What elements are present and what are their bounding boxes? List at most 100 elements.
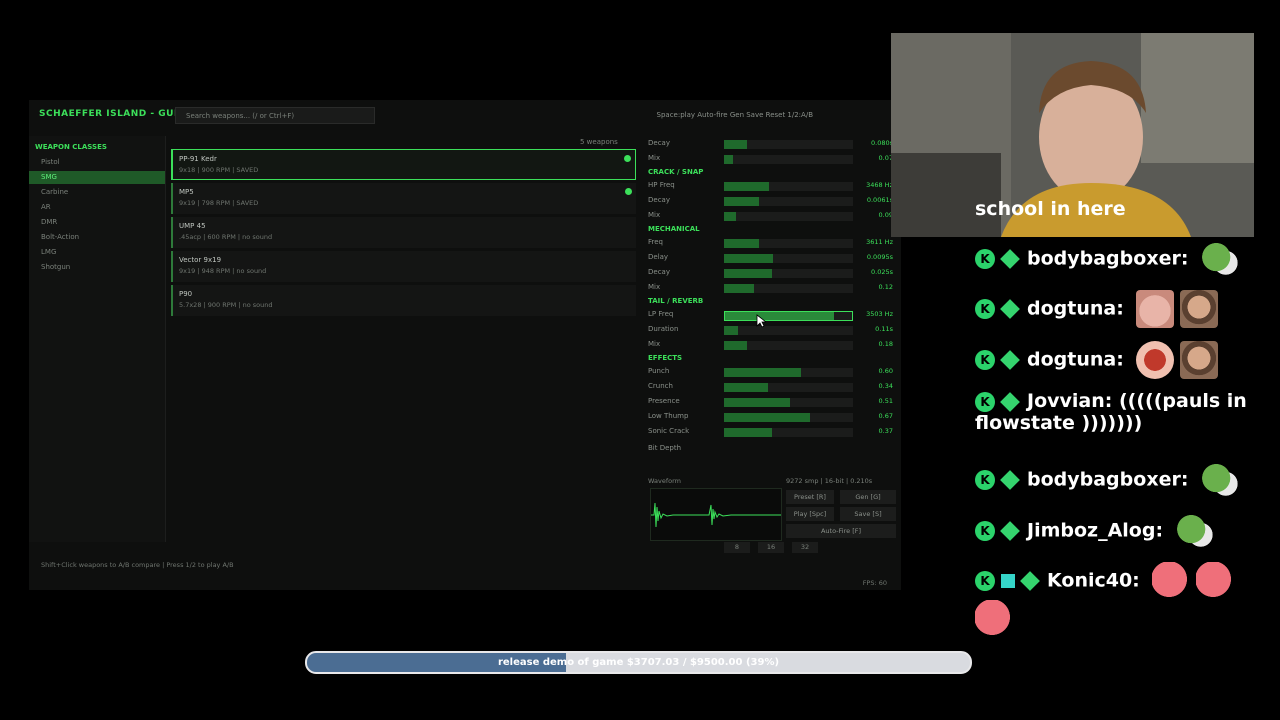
gift-icon <box>1001 574 1015 588</box>
emote-icon <box>1180 290 1219 328</box>
param-slider-fill <box>724 341 748 350</box>
auto-fire-button[interactable]: Auto-Fire [F] <box>786 524 896 538</box>
search-input[interactable]: Search weapons... (/ or Ctrl+F) <box>175 107 375 124</box>
fps-counter: FPS: 60 <box>862 579 887 587</box>
save-button[interactable]: Save [S] <box>840 507 896 521</box>
bit-depth-label: Bit Depth <box>648 444 682 452</box>
chat-message: Kbodybagboxer: <box>975 461 1240 499</box>
gem-badge-icon <box>1000 521 1020 541</box>
emote-icon <box>1136 341 1175 379</box>
weapon-count: 5 weapons <box>580 138 618 146</box>
emote-icon <box>1201 240 1240 278</box>
weapon-class-item[interactable]: DMR <box>29 216 165 229</box>
param-label: Decay <box>648 196 670 204</box>
waveform-label: Waveform <box>648 477 681 485</box>
gem-badge-icon <box>1000 391 1020 412</box>
weapon-name: Vector 9x19 <box>179 256 222 264</box>
chat-message: K Konic40: <box>975 562 1235 600</box>
weapon-class-item[interactable]: Bolt-Action <box>29 231 165 244</box>
param-label: Crunch <box>648 382 673 390</box>
donation-goal-text: release demo of game $3707.03 / $9500.00… <box>497 657 780 668</box>
param-slider-fill <box>725 312 835 320</box>
param-label: Freq <box>648 238 663 246</box>
chat-username: Jovvian: <box>1027 390 1113 412</box>
bit-depth-8-button[interactable]: 8 <box>724 542 750 553</box>
chat-username: bodybagboxer: <box>1027 468 1189 491</box>
channel-badge-icon: K <box>975 299 995 319</box>
param-value: 0.12 <box>878 283 893 291</box>
weapon-class-item[interactable]: AR <box>29 201 165 214</box>
weapon-details: 9x19 | 798 RPM | SAVED <box>179 199 259 207</box>
param-slider-fill <box>724 140 748 149</box>
param-section-heading: EFFECTS <box>648 354 683 362</box>
gen-button[interactable]: Gen [G] <box>840 490 896 504</box>
weapon-list-item[interactable]: UMP 45 .45acp | 600 RPM | no sound <box>171 217 636 248</box>
preset-button[interactable]: Preset [R] <box>786 490 834 504</box>
gem-badge-icon <box>1000 470 1020 490</box>
bit-depth-32-button[interactable]: 32 <box>792 542 818 553</box>
channel-badge-icon: K <box>975 391 995 412</box>
param-label: Presence <box>648 397 680 405</box>
weapon-list-item[interactable]: MP5 9x19 | 798 RPM | SAVED <box>171 183 636 214</box>
param-slider-fill <box>724 239 759 248</box>
play-button[interactable]: Play [Spc] <box>786 507 834 521</box>
param-slider-fill <box>724 383 768 392</box>
gem-badge-icon <box>1020 571 1040 591</box>
weapon-class-sidebar: WEAPON CLASSES Pistol SMG Carbine AR DMR Bolt… <box>29 136 166 542</box>
emote-icon <box>1180 341 1219 379</box>
emote-icon <box>1201 461 1240 499</box>
param-slider-fill <box>724 269 772 278</box>
weapon-class-item[interactable]: Pistol <box>29 156 165 169</box>
emote-icon <box>1196 562 1235 600</box>
param-label: LP Freq <box>648 310 674 318</box>
weapon-class-item[interactable]: Carbine <box>29 186 165 199</box>
weapon-class-item[interactable]: Shotgun <box>29 261 165 274</box>
param-value: 0.0095s <box>866 253 893 261</box>
param-section-heading: CRACK / SNAP <box>648 168 704 176</box>
weapon-class-item[interactable]: SMG <box>29 171 165 184</box>
weapon-list-item[interactable]: P90 5.7x28 | 900 RPM | no sound <box>171 285 636 316</box>
param-slider-fill <box>724 197 759 206</box>
chat-message: Kdogtuna: <box>975 341 1219 379</box>
saved-indicator-icon <box>624 155 631 162</box>
param-slider-fill <box>724 182 770 191</box>
param-slider-fill <box>724 284 754 293</box>
param-label: Mix <box>648 340 661 348</box>
emote-icon <box>975 600 1013 638</box>
weapon-class-item[interactable]: LMG <box>29 246 165 259</box>
param-value: 0.34 <box>878 382 893 390</box>
param-label: Duration <box>648 325 679 333</box>
weapon-list-item[interactable]: Vector 9x19 9x19 | 948 RPM | no sound <box>171 251 636 282</box>
param-value: 3503 Hz <box>866 310 893 318</box>
webcam-caption: school in here <box>975 198 1126 220</box>
param-value: 0.0061s <box>866 196 893 204</box>
chat-message: Kbodybagboxer: <box>975 240 1240 278</box>
param-slider-fill <box>724 254 774 263</box>
param-label: Delay <box>648 253 669 261</box>
app-title: SCHAEFFER ISLAND - GUNS <box>39 109 189 119</box>
bit-depth-16-button[interactable]: 16 <box>758 542 784 553</box>
param-section-heading: MECHANICAL <box>648 225 700 233</box>
chat-text: (((((pauls in <box>1118 390 1247 412</box>
param-value: 0.080s <box>871 139 893 147</box>
param-slider-fill <box>724 428 772 437</box>
gem-badge-icon <box>1000 350 1020 370</box>
donation-goal-bar: release demo of game $3707.03 / $9500.00… <box>305 651 972 674</box>
param-label: HP Freq <box>648 181 675 189</box>
param-slider-fill <box>724 398 790 407</box>
param-value: 0.37 <box>878 427 893 435</box>
weapon-list-item[interactable]: PP-91 Kedr 9x18 | 900 RPM | SAVED <box>171 149 636 180</box>
weapon-name: MP5 <box>179 188 194 196</box>
app-window: SCHAEFFER ISLAND - GUNS Search weapons..… <box>29 100 901 590</box>
chat-username: Konic40: <box>1047 569 1140 592</box>
chat-username: dogtuna: <box>1027 297 1124 320</box>
channel-badge-icon: K <box>975 249 995 269</box>
param-slider-fill <box>724 326 739 335</box>
emote-icon <box>1136 290 1175 328</box>
chat-username: Jimboz_Alog: <box>1027 519 1164 542</box>
param-value: 0.07 <box>878 154 893 162</box>
param-value: 0.60 <box>878 367 893 375</box>
gem-badge-icon <box>1000 299 1020 319</box>
param-label: Mix <box>648 283 661 291</box>
weapon-name: PP-91 Kedr <box>179 155 217 163</box>
